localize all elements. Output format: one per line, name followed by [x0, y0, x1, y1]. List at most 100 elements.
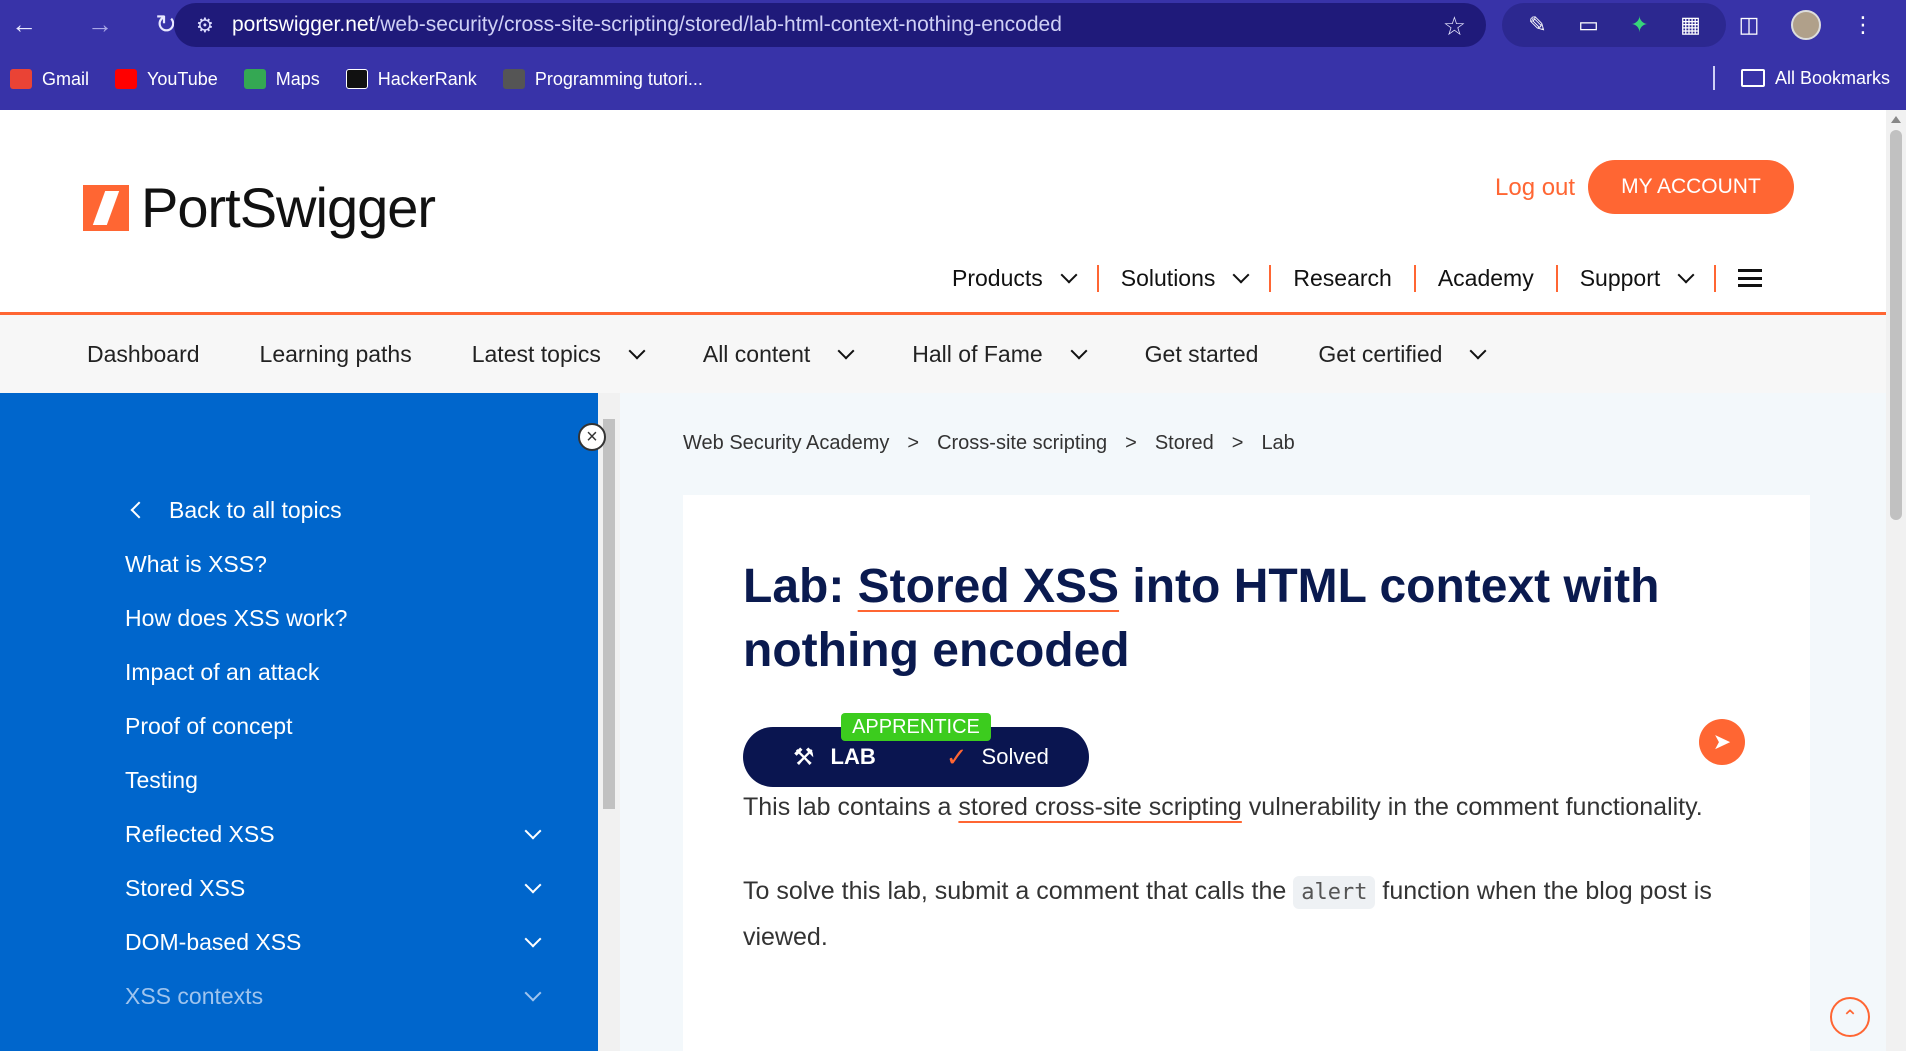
eyedropper-extension-icon[interactable]: ✎	[1524, 11, 1552, 39]
sidebar-item-impact[interactable]: Impact of an attack	[125, 645, 545, 699]
sidebar-item-how-xss-works[interactable]: How does XSS work?	[125, 591, 545, 645]
bookmark-hackerrank[interactable]: HackerRank	[345, 69, 477, 90]
browser-right-icons: ◫ ⋮	[1735, 3, 1877, 47]
sidebar-back[interactable]: Back to all topics	[125, 483, 545, 537]
scrollbar-thumb[interactable]	[1890, 130, 1902, 520]
youtube-icon	[115, 69, 138, 89]
chevron-down-icon	[1469, 342, 1487, 360]
browser-chrome: ← → ↻ ⚙ portswigger.net/web-security/cro…	[0, 0, 1906, 110]
all-bookmarks-label: All Bookmarks	[1774, 67, 1890, 88]
text: This lab contains a	[743, 793, 959, 821]
breadcrumb-separator: >	[1125, 432, 1137, 454]
logout-link[interactable]: Log out	[1495, 174, 1575, 202]
sidebar-item-xss-contexts[interactable]: XSS contexts	[125, 969, 545, 1023]
sidebar-item-label: Reflected XSS	[125, 820, 275, 847]
page-scrollbar[interactable]	[1886, 110, 1906, 1051]
nav-academy[interactable]: Academy	[1416, 264, 1558, 292]
flask-icon: ⚒	[793, 743, 815, 771]
bookmark-label: Programming tutori...	[534, 68, 703, 89]
subnav-latest-topics[interactable]: Latest topics	[472, 341, 646, 368]
bookmark-label: YouTube	[147, 68, 218, 89]
subnav-all-content[interactable]: All content	[702, 340, 855, 368]
sidebar-item-what-is-xss[interactable]: What is XSS?	[125, 537, 545, 591]
bookmark-programming[interactable]: Programming tutori...	[502, 68, 703, 90]
chevron-down-icon[interactable]	[524, 930, 542, 948]
bookmark-maps[interactable]: Maps	[243, 69, 320, 90]
subnav-learning-paths[interactable]: Learning paths	[260, 341, 412, 368]
browser-menu-icon[interactable]: ⋮	[1849, 11, 1877, 39]
nav-label: Research	[1293, 264, 1392, 291]
divider	[1712, 66, 1715, 90]
sidebar-item-label: DOM-based XSS	[125, 928, 302, 955]
share-icon[interactable]: ➤	[1699, 719, 1745, 765]
back-arrow-icon[interactable]: ←	[2, 2, 46, 46]
breadcrumb: Web Security Academy > Cross-site scripti…	[683, 432, 1295, 455]
sidebar-item-testing[interactable]: Testing	[125, 753, 545, 807]
breadcrumb-link[interactable]: Cross-site scripting	[937, 432, 1107, 455]
nav-solutions[interactable]: Solutions	[1099, 264, 1272, 292]
url-host: portswigger.net	[232, 13, 375, 36]
puzzle-extensions-icon[interactable]: ▦	[1677, 11, 1705, 39]
folder-icon	[1740, 69, 1765, 87]
subnav-hall-of-fame[interactable]: Hall of Fame	[912, 341, 1088, 368]
subnav-label: Get started	[1144, 340, 1259, 367]
forward-arrow-icon[interactable]: →	[78, 2, 122, 46]
title-link[interactable]: Stored XSS	[858, 560, 1119, 613]
maps-icon	[243, 69, 266, 89]
all-bookmarks[interactable]: All Bookmarks	[1712, 66, 1890, 90]
chevron-left-icon	[130, 501, 148, 519]
chevron-down-icon[interactable]	[524, 822, 542, 840]
chevron-down-icon[interactable]	[524, 984, 542, 1002]
programming-site-icon	[502, 69, 525, 89]
bookmark-star-icon[interactable]: ☆	[1443, 11, 1466, 42]
lab-status: Solved	[981, 744, 1049, 769]
site-settings-icon[interactable]: ⚙	[192, 12, 218, 38]
breadcrumb-link[interactable]: Web Security Academy	[683, 432, 889, 455]
profile-avatar[interactable]	[1791, 10, 1821, 40]
sidebar-item-dom-xss[interactable]: DOM-based XSS	[125, 915, 545, 969]
hamburger-menu-icon[interactable]	[1738, 269, 1763, 287]
check-icon: ✓	[945, 741, 968, 772]
scrollbar-thumb[interactable]	[603, 419, 615, 809]
nav-label: Solutions	[1120, 264, 1216, 291]
logo-text: PortSwigger	[141, 176, 436, 239]
my-account-button[interactable]: MY ACCOUNT	[1588, 160, 1794, 214]
lab-card: Lab: Stored XSS into HTML context with n…	[683, 495, 1810, 1051]
scroll-to-top-icon[interactable]: ⌃	[1830, 997, 1870, 1037]
green-extension-icon[interactable]: ✦	[1626, 11, 1654, 39]
side-panel-icon[interactable]: ◫	[1735, 11, 1763, 39]
sidebar-item-label: Proof of concept	[125, 712, 293, 739]
nav-research[interactable]: Research	[1271, 264, 1416, 292]
chevron-down-icon	[837, 342, 855, 360]
bookmark-gmail[interactable]: Gmail	[10, 69, 89, 90]
portswigger-logo[interactable]: PortSwigger	[83, 175, 436, 240]
chevron-down-icon	[1677, 266, 1695, 284]
breadcrumb-link[interactable]: Stored	[1155, 432, 1214, 455]
sidebar-item-label: What is XSS?	[125, 550, 267, 577]
subnav-dashboard[interactable]: Dashboard	[87, 341, 200, 368]
nav-support[interactable]: Support	[1558, 264, 1717, 292]
sidebar-item-proof-of-concept[interactable]: Proof of concept	[125, 699, 545, 753]
sidebar-scrollbar[interactable]	[598, 393, 620, 1051]
sidebar-item-stored-xss[interactable]: Stored XSS	[125, 861, 545, 915]
address-bar[interactable]: ⚙ portswigger.net/web-security/cross-sit…	[174, 3, 1486, 47]
terminal-extension-icon[interactable]: ▭	[1575, 11, 1603, 39]
chevron-down-icon[interactable]	[524, 876, 542, 894]
sidebar-item-reflected-xss[interactable]: Reflected XSS	[125, 807, 545, 861]
scroll-up-arrow-icon[interactable]	[1891, 116, 1901, 123]
bookmark-youtube[interactable]: YouTube	[115, 69, 218, 90]
subnav-get-started[interactable]: Get started	[1145, 341, 1259, 368]
chevron-down-icon	[1070, 342, 1088, 360]
page: PortSwigger Log out MY ACCOUNT Products …	[0, 110, 1886, 1051]
nav-products[interactable]: Products	[952, 264, 1099, 292]
gmail-icon	[10, 69, 32, 89]
lab-instructions: To solve this lab, submit a comment that…	[743, 869, 1743, 960]
close-sidebar-icon[interactable]: ×	[578, 423, 606, 451]
subnav-label: All content	[702, 340, 811, 367]
breadcrumb-separator: >	[1231, 432, 1244, 454]
bookmark-label: Gmail	[42, 68, 90, 89]
bookmarks-bar: Gmail YouTube Maps HackerRank Programmin…	[0, 60, 1906, 98]
stored-xss-link[interactable]: stored cross-site scripting	[958, 793, 1241, 821]
sidebar-list: Back to all topics What is XSS? How does…	[125, 483, 545, 1023]
subnav-get-certified[interactable]: Get certified	[1318, 341, 1487, 368]
